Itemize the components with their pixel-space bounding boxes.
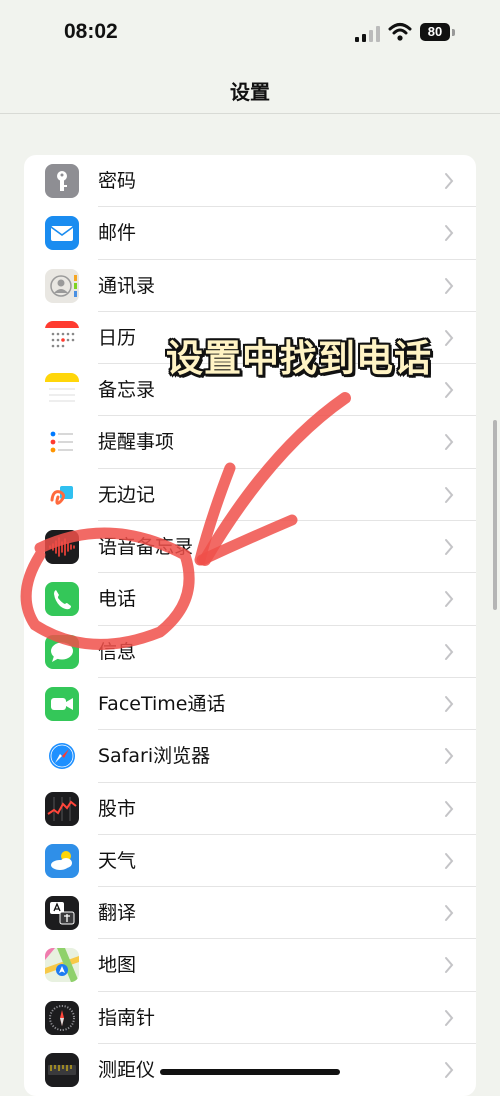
chevron-right-icon [445,957,454,974]
settings-row-mail[interactable]: 邮件 [24,207,476,260]
settings-row-safari[interactable]: Safari浏览器 [24,730,476,783]
wifi-icon [388,23,412,41]
voice-memos-icon [45,530,79,565]
chevron-right-icon [445,173,454,189]
settings-row-label: 备忘录 [98,379,156,402]
measure-icon [45,1053,79,1088]
settings-row-label: 地图 [98,954,137,977]
contacts-icon [45,268,79,303]
settings-row-label: 电话 [98,588,137,611]
maps-icon [45,948,79,983]
calendar-icon [45,320,79,355]
battery-level: 80 [420,23,450,41]
settings-row-label: 邮件 [98,222,137,245]
chevron-right-icon [445,1009,454,1026]
chevron-right-icon [445,1062,454,1079]
settings-row-stocks[interactable]: 股市 [24,783,476,835]
chevron-right-icon [445,277,454,294]
chevron-right-icon [445,800,454,817]
settings-row-label: Safari浏览器 [98,745,211,768]
settings-row-label: 无边记 [98,483,156,506]
notes-icon [45,373,79,408]
mail-icon [45,216,79,251]
page-title: 设置 [230,80,270,104]
settings-row-phone[interactable]: 电话 [24,573,476,626]
settings-row-label: 指南针 [98,1006,156,1029]
safari-icon [45,739,79,774]
chevron-right-icon [445,382,454,399]
translate-icon [45,896,79,931]
settings-row-label: 提醒事项 [98,431,175,454]
chevron-right-icon [445,748,454,765]
chevron-right-icon [445,905,454,922]
status-time: 08:02 [64,20,118,43]
freeform-icon [45,477,79,512]
home-indicator[interactable] [160,1069,340,1075]
compass-icon [45,1000,79,1035]
chevron-right-icon [445,852,454,869]
settings-row-label: 天气 [98,849,137,872]
chevron-right-icon [445,225,454,242]
chevron-right-icon [445,329,454,346]
settings-row-label: 通讯录 [98,274,156,297]
key-icon [45,164,79,198]
chevron-right-icon [445,591,454,608]
settings-row-facetime[interactable]: FaceTime通话 [24,678,476,731]
settings-row-label: 测距仪 [98,1059,156,1082]
weather-icon [45,843,79,878]
settings-row-maps[interactable]: 地图 [24,939,476,992]
chevron-right-icon [445,643,454,660]
status-bar: 08:02 80 [0,0,500,66]
settings-row-label: 密码 [98,170,137,192]
settings-row-compass[interactable]: 指南针 [24,992,476,1045]
settings-row-reminders[interactable]: 提醒事项 [24,416,476,469]
chevron-right-icon [445,539,454,556]
reminders-icon [45,425,79,460]
settings-row-freeform[interactable]: 无边记 [24,469,476,522]
settings-row-passwords[interactable]: 密码 [24,155,476,208]
nav-divider [0,113,500,114]
settings-row-label: 信息 [98,640,137,663]
settings-row-label: FaceTime通话 [98,692,226,715]
settings-row-label: 翻译 [98,902,137,925]
settings-row-translate[interactable]: 翻译 [24,887,476,940]
settings-row-weather[interactable]: 天气 [24,835,476,888]
phone-icon [45,582,79,617]
messages-icon [45,634,79,669]
chevron-right-icon [445,486,454,503]
settings-row-voice-memos[interactable]: 语音备忘录 [24,521,476,574]
scrollbar[interactable] [493,420,497,610]
settings-row-contacts[interactable]: 通讯录 [24,260,476,312]
annotation-text: 设置中找到电话 [166,337,432,380]
settings-row-messages[interactable]: 信息 [24,626,476,678]
stocks-icon [45,791,79,826]
chevron-right-icon [445,434,454,451]
settings-list: 密码 邮件 通讯录 日历 备忘录 提醒事项 无边记 语音备忘录 电话 信息 Fa… [24,155,476,1096]
battery-icon: 80 [420,23,456,43]
cellular-signal-icon [355,26,380,42]
settings-row-label: 股市 [98,797,137,820]
facetime-icon [45,686,79,721]
settings-row-label: 语音备忘录 [98,536,194,559]
chevron-right-icon [445,695,454,712]
settings-row-label: 日历 [98,326,137,349]
